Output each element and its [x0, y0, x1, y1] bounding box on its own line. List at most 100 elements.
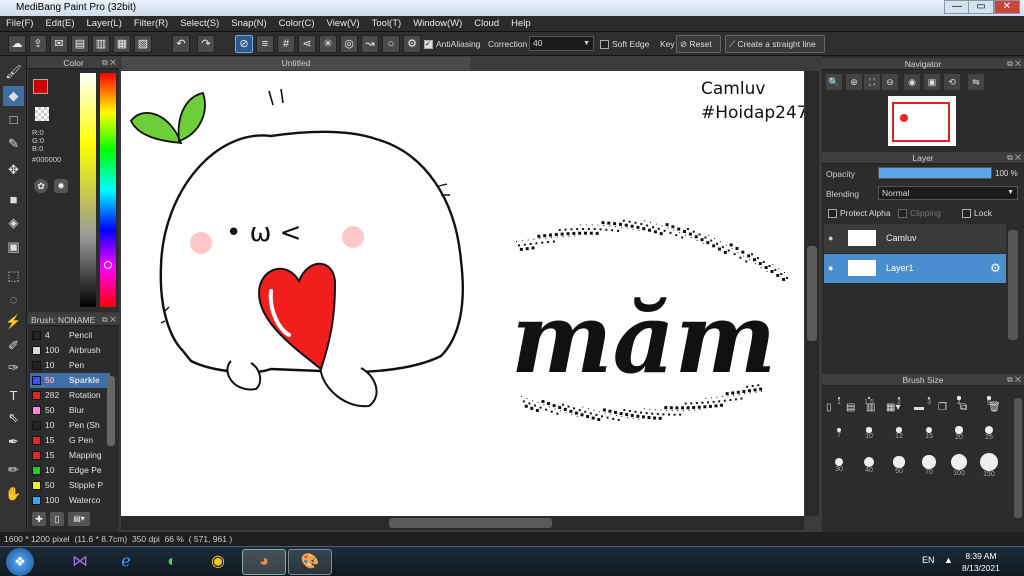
coccoc-icon[interactable]: ◐: [150, 549, 194, 575]
ellipse-snap-icon[interactable]: ○: [382, 35, 400, 53]
gradient-tool-icon[interactable]: ▣: [3, 237, 24, 257]
correction-select[interactable]: 40 ▼: [529, 36, 594, 51]
operation-tool-icon[interactable]: ⇖: [3, 408, 24, 428]
menu-select[interactable]: Select(S): [174, 16, 225, 32]
panel-menu-icon[interactable]: ⧉ ✕: [1007, 374, 1021, 386]
brush-size-cell[interactable]: 3: [914, 388, 944, 418]
brush-item[interactable]: 10 Edge Pe: [30, 463, 110, 478]
horizontal-scroll-thumb[interactable]: [389, 518, 552, 528]
foreground-color-swatch[interactable]: [33, 79, 48, 94]
panel-menu-icon[interactable]: ⧉ ✕: [1007, 152, 1021, 164]
brush-item[interactable]: 50 Sparkle: [30, 373, 110, 388]
antialiasing-checkbox[interactable]: ✓ AntiAliasing: [424, 37, 480, 51]
visual-studio-icon[interactable]: ⋈: [58, 549, 102, 575]
menu-edit[interactable]: Edit(E): [39, 16, 80, 32]
lock-checkbox[interactable]: Lock: [962, 208, 992, 219]
select-rect-icon[interactable]: ⬚: [3, 266, 24, 286]
brush-item[interactable]: 10 Pen: [30, 358, 110, 373]
menu-file[interactable]: File(F): [0, 16, 39, 32]
layer-scrollbar[interactable]: [1008, 230, 1018, 340]
brush-item[interactable]: 100 Waterco: [30, 493, 110, 508]
canvas[interactable]: • ω < măm Camluv #Hoidap247: [121, 71, 804, 516]
brush-size-cell[interactable]: 30: [824, 452, 854, 482]
menu-help[interactable]: Help: [505, 16, 537, 32]
zoom-in-icon[interactable]: ⊕: [846, 74, 862, 90]
brush-size-scrollbar[interactable]: [1014, 398, 1022, 518]
visibility-eye-icon[interactable]: ●: [828, 254, 833, 283]
brush-item[interactable]: 282 Rotation: [30, 388, 110, 403]
brush-size-cell[interactable]: 50: [884, 452, 914, 482]
close-button[interactable]: ✕: [994, 0, 1020, 14]
lasso-tool-icon[interactable]: ◌: [3, 290, 24, 310]
brush-size-cell[interactable]: 10: [854, 420, 884, 450]
opacity-slider[interactable]: [878, 167, 992, 179]
grid-snap-icon[interactable]: #: [277, 35, 295, 53]
select-eraser-icon[interactable]: ✑: [3, 358, 24, 378]
brightness-slider[interactable]: [80, 73, 96, 307]
paint-icon[interactable]: 🎨: [288, 549, 332, 575]
medibang-taskbar-icon[interactable]: ◕: [242, 549, 286, 575]
brush-page-icon[interactable]: ▯: [50, 512, 64, 526]
zoom-out-icon[interactable]: ⊖: [882, 74, 898, 90]
snap-settings-icon[interactable]: ⚙: [403, 35, 421, 53]
visibility-eye-icon[interactable]: ●: [828, 224, 833, 253]
brush-item[interactable]: 50 Blur: [30, 403, 110, 418]
palette-icon[interactable]: ✿: [34, 179, 48, 193]
brush-size-cell[interactable]: 100: [944, 452, 974, 482]
brush-item[interactable]: 4 Pencil: [30, 328, 110, 343]
shape-tool-icon[interactable]: ■: [3, 190, 24, 210]
vertical-scrollbar[interactable]: [805, 71, 819, 516]
dot-tool-icon[interactable]: □: [3, 110, 24, 130]
parallel-snap-icon[interactable]: ≡: [256, 35, 274, 53]
actual-size-icon[interactable]: ▣: [924, 74, 940, 90]
zoom-icon[interactable]: 🔍: [826, 74, 842, 90]
brush-item[interactable]: 100 Airbrush: [30, 343, 110, 358]
curve-snap-icon[interactable]: ↝: [361, 35, 379, 53]
brush-size-cell[interactable]: 70: [914, 452, 944, 482]
eyedropper-icon[interactable]: ✒: [3, 432, 24, 452]
clipping-checkbox[interactable]: Clipping: [898, 208, 941, 219]
clock[interactable]: 8:39 AM 8/13/2021: [962, 550, 1000, 574]
horizontal-scrollbar[interactable]: [121, 516, 804, 530]
language-indicator[interactable]: EN: [922, 555, 935, 565]
undo-icon[interactable]: ↶: [172, 35, 190, 53]
document-tab[interactable]: Untitled: [122, 57, 470, 70]
tray-icon[interactable]: ▲: [944, 555, 953, 565]
brush-size-cell[interactable]: 5: [974, 388, 1004, 418]
brush-size-cell[interactable]: 4: [944, 388, 974, 418]
brush-size-cell[interactable]: 15: [914, 420, 944, 450]
brush-size-cell[interactable]: 1.5: [854, 388, 884, 418]
brush-scrollbar[interactable]: [107, 376, 115, 446]
brush-item[interactable]: 10 Pen (Sh: [30, 418, 110, 433]
rotate-icon[interactable]: ◉: [904, 74, 920, 90]
redo-icon[interactable]: ↷: [197, 35, 215, 53]
color-picker-icon[interactable]: ✸: [54, 179, 68, 193]
maximize-button[interactable]: ▭: [968, 0, 994, 14]
hue-marker[interactable]: [104, 261, 112, 269]
protect-alpha-checkbox[interactable]: Protect Alpha: [828, 208, 891, 219]
layer-row-layer1[interactable]: ● Layer1 ⚙: [824, 254, 1006, 283]
circle-snap-icon[interactable]: ◎: [340, 35, 358, 53]
brush-item[interactable]: 15 Mapping: [30, 448, 110, 463]
menu-filter[interactable]: Filter(R): [128, 16, 174, 32]
reset-button[interactable]: ⊘ Reset: [676, 35, 721, 53]
cloud-icon[interactable]: ☁: [8, 35, 26, 53]
menu-snap[interactable]: Snap(N): [225, 16, 272, 32]
hand-tool-icon[interactable]: ✋: [3, 484, 24, 504]
menu-window[interactable]: Window(W): [407, 16, 468, 32]
panel-menu-icon[interactable]: ⧉ ✕: [102, 314, 116, 326]
brush-size-cell[interactable]: 150: [974, 452, 1004, 482]
menu-view[interactable]: View(V): [321, 16, 366, 32]
move-tool-icon[interactable]: ✥: [3, 160, 24, 180]
chat-icon[interactable]: ✉: [50, 35, 68, 53]
new-document-icon[interactable]: ▤: [71, 35, 89, 53]
panel-menu-icon[interactable]: ⧉ ✕: [1007, 58, 1021, 70]
fit-icon[interactable]: ⛶: [864, 74, 880, 90]
pen-tool-icon[interactable]: ✎: [3, 134, 24, 154]
brush-size-cell[interactable]: 20: [944, 420, 974, 450]
navigator-thumbnail[interactable]: [888, 96, 956, 146]
brush-tool-icon[interactable]: 🖌: [3, 62, 24, 82]
magic-wand-icon[interactable]: ⚡: [3, 312, 24, 332]
brush-size-cell[interactable]: 25: [974, 420, 1004, 450]
start-button[interactable]: ❖: [6, 548, 34, 576]
